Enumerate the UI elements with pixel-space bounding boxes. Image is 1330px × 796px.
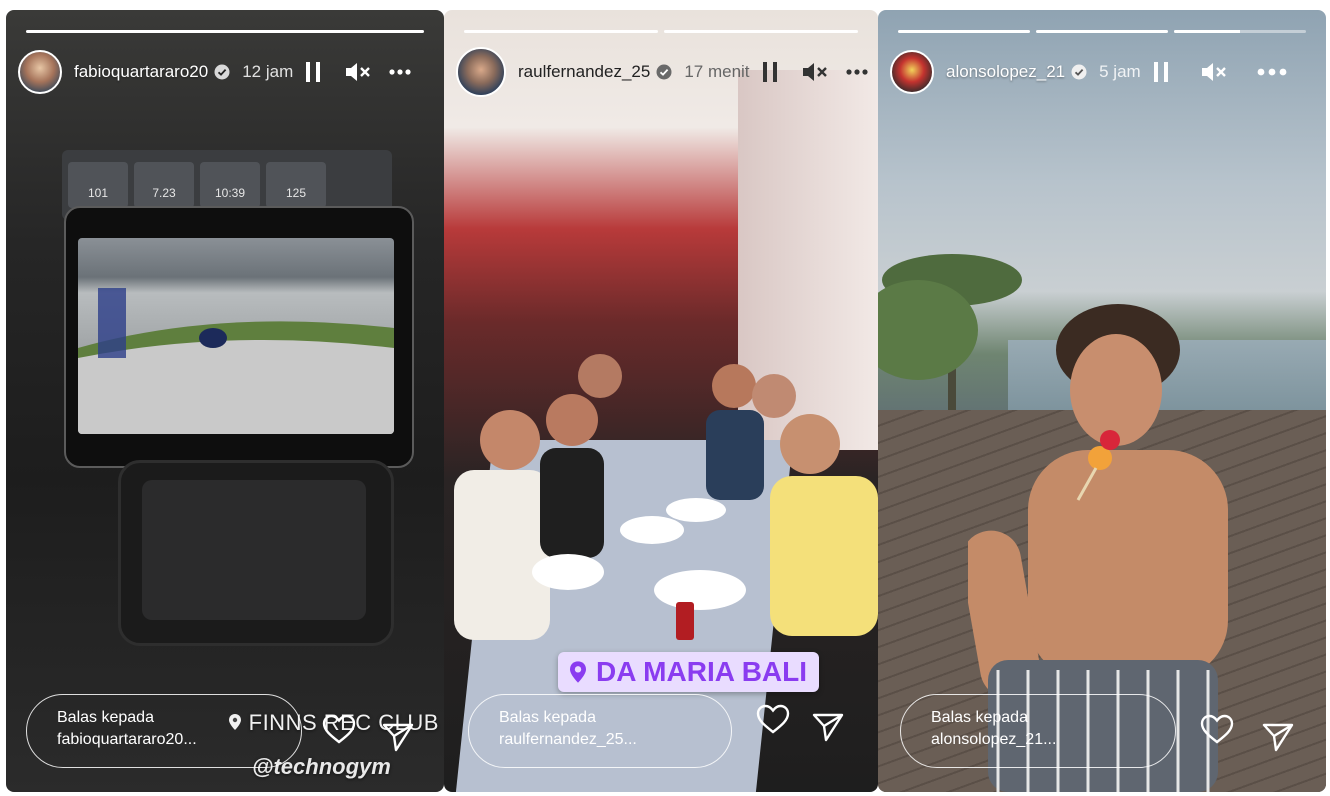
gym-stat: 125 [266,162,326,208]
post-time: 17 menit [684,62,750,81]
tablet-stand-tray [142,480,366,620]
avatar[interactable] [890,50,934,94]
mute-icon[interactable] [800,60,828,84]
mute-icon[interactable] [1199,60,1227,84]
send-icon[interactable] [382,722,414,757]
more-icon[interactable] [389,69,411,75]
location-sticker[interactable]: DA MARIA BALI [558,652,820,692]
story-header: fabioquartararo20 12 jam [18,46,434,98]
post-time: 5 jam [1099,62,1141,81]
pause-icon[interactable] [305,61,321,83]
send-icon[interactable] [1262,722,1294,757]
verified-badge-icon [656,64,672,80]
pause-icon[interactable] [1153,61,1169,83]
gym-stat: 10:39 [200,162,260,208]
verified-badge-icon [1071,64,1087,80]
story-progress [464,30,858,33]
gym-stat: 7.23 [134,162,194,208]
reply-input[interactable]: Balas kepada raulfernandez_25... [468,694,732,768]
send-icon[interactable] [812,712,844,747]
story-header: raulfernandez_25 17 menit [456,46,868,98]
avatar[interactable] [456,47,506,97]
story-header: alonsolopez_21 5 jam [890,46,1316,98]
verified-badge-icon [214,64,230,80]
mute-icon[interactable] [343,60,371,84]
heart-icon[interactable] [756,704,790,739]
story-raulfernandez_25[interactable]: raulfernandez_25 17 menit DA MARIA BALI … [444,10,878,792]
story-alonsolopez_21[interactable]: alonsolopez_21 5 jam Balas kepada alonso… [878,10,1326,792]
story-progress [26,30,424,33]
username[interactable]: raulfernandez_25 [518,62,650,82]
location-pin-icon [570,661,586,683]
gym-stat: 101 [68,162,128,208]
pause-icon[interactable] [762,61,778,83]
reply-input[interactable]: Balas kepada fabioquartararo20... [26,694,302,768]
motogp-race-screen [78,238,394,434]
username[interactable]: fabioquartararo20 [74,62,208,82]
avatar[interactable] [18,50,62,94]
more-icon[interactable] [845,69,868,75]
heart-icon[interactable] [322,714,356,749]
username[interactable]: alonsolopez_21 [946,62,1065,82]
more-icon[interactable] [1257,68,1287,76]
story-progress [898,30,1306,33]
diners-group [454,354,878,640]
reply-input[interactable]: Balas kepada alonsolopez_21... [900,694,1176,768]
heart-icon[interactable] [1200,714,1234,749]
post-time: 12 jam [242,62,294,81]
story-fabioquartararo20[interactable]: 101 7.23 10:39 125 fabioquartararo20 12 … [6,10,444,792]
